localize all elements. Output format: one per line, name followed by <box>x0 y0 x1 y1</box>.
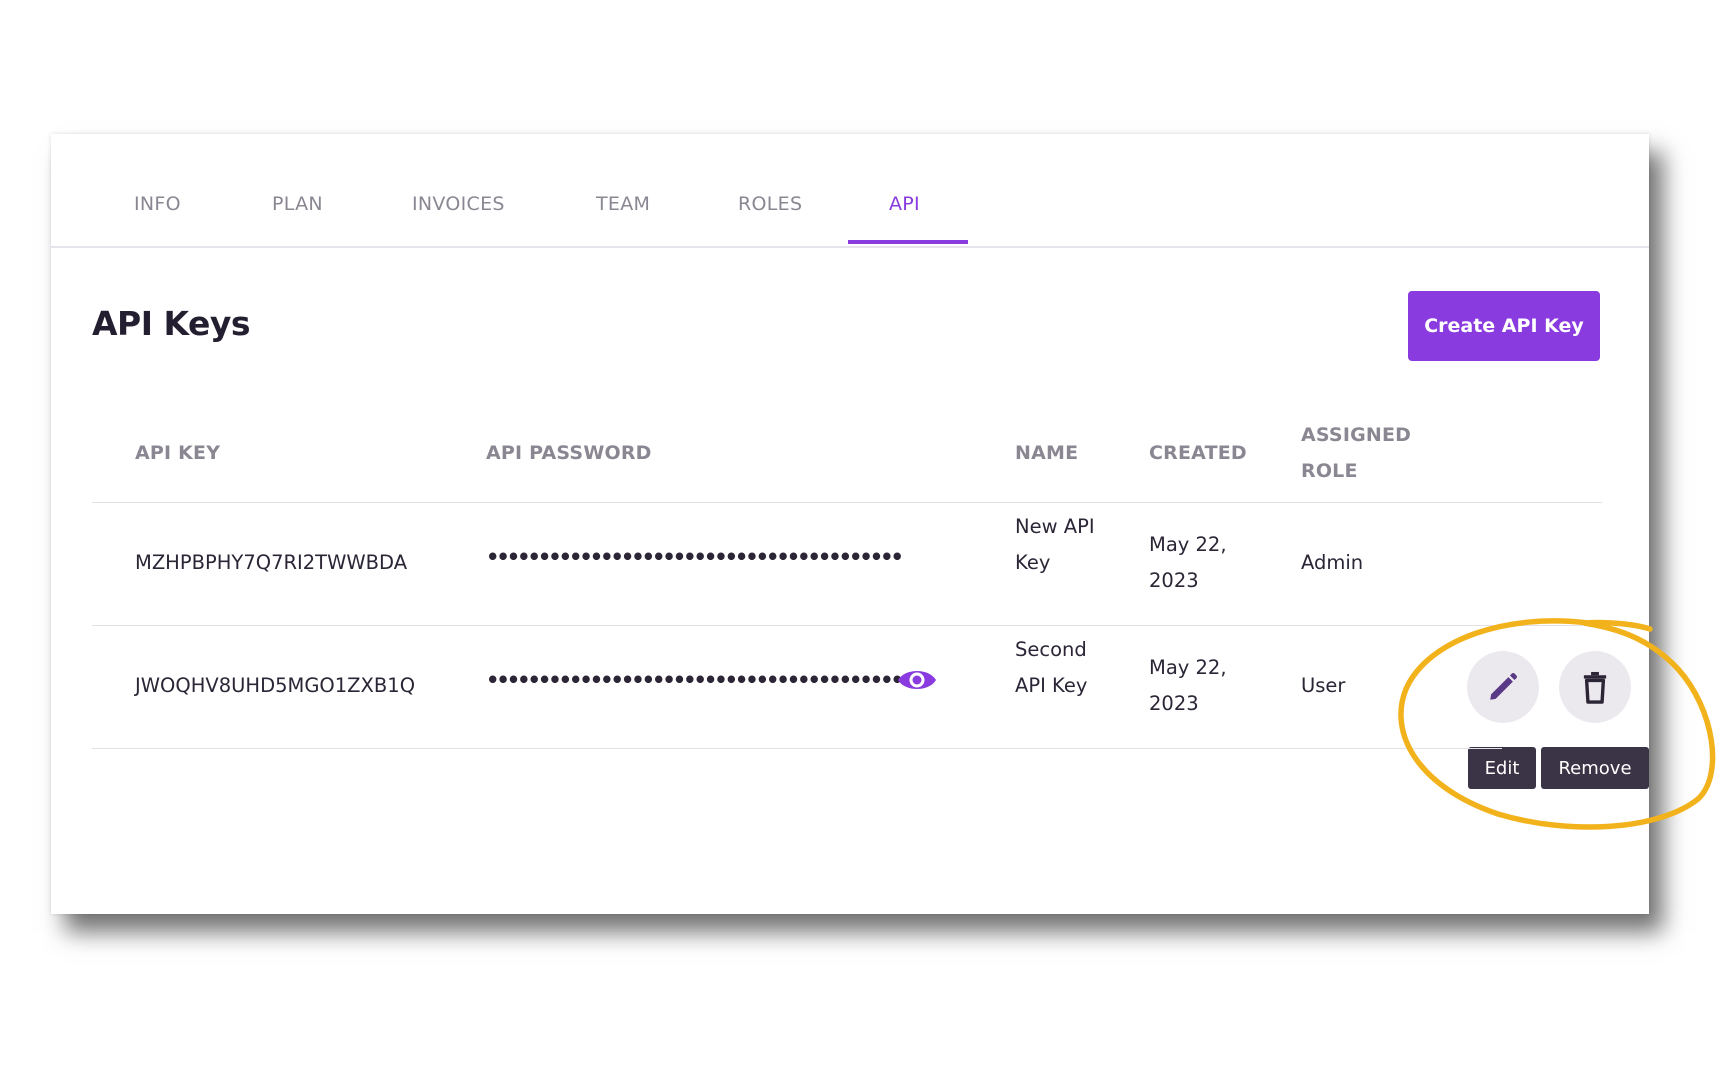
column-header-assigned-role: ASSIGNED ROLE <box>1301 424 1412 482</box>
column-header-name: NAME <box>1015 442 1079 464</box>
tab-plan[interactable]: PLAN <box>272 193 323 215</box>
edit-tooltip: Edit <box>1468 747 1536 789</box>
create-api-key-button[interactable]: Create API Key <box>1408 291 1600 361</box>
tab-roles[interactable]: ROLES <box>738 193 802 215</box>
api-key-value: JWOQHV8UHD5MGO1ZXB1Q <box>135 674 416 697</box>
tab-api[interactable]: API <box>889 193 920 215</box>
settings-tabs: INFO PLAN INVOICES TEAM ROLES API <box>51 134 1649 248</box>
column-header-api-password: API PASSWORD <box>486 442 652 464</box>
created-date: May 22, 2023 <box>1149 656 1227 715</box>
api-password-masked: •••••••••••••••••••••••••••••••••••••••• <box>486 545 904 569</box>
created-date: May 22, 2023 <box>1149 533 1227 592</box>
table-row-divider <box>92 625 1602 626</box>
remove-button[interactable] <box>1559 651 1631 723</box>
assigned-role: User <box>1301 674 1346 697</box>
column-header-created: CREATED <box>1149 442 1247 464</box>
active-tab-indicator <box>848 240 968 244</box>
edit-button[interactable] <box>1467 651 1539 723</box>
tab-invoices[interactable]: INVOICES <box>412 193 505 215</box>
column-header-api-key: API KEY <box>135 442 221 464</box>
account-settings-panel: INFO PLAN INVOICES TEAM ROLES API API Ke… <box>51 134 1649 914</box>
remove-tooltip: Remove <box>1541 747 1649 789</box>
api-password-masked: •••••••••••••••••••••••••••••••••••••••• <box>486 668 904 692</box>
api-key-name: New API Key <box>1015 515 1095 574</box>
table-row-divider <box>92 748 1502 749</box>
api-key-name: Second API Key <box>1015 638 1088 697</box>
pencil-icon <box>1490 673 1517 700</box>
api-key-value: MZHPBPHY7Q7RI2TWWBDA <box>135 551 408 574</box>
page-title: API Keys <box>92 304 251 343</box>
table-header-divider <box>92 502 1602 503</box>
trash-icon <box>1583 671 1607 704</box>
tab-info[interactable]: INFO <box>134 193 181 215</box>
assigned-role: Admin <box>1301 551 1364 574</box>
eye-icon[interactable] <box>896 666 938 694</box>
tab-team[interactable]: TEAM <box>596 193 650 215</box>
